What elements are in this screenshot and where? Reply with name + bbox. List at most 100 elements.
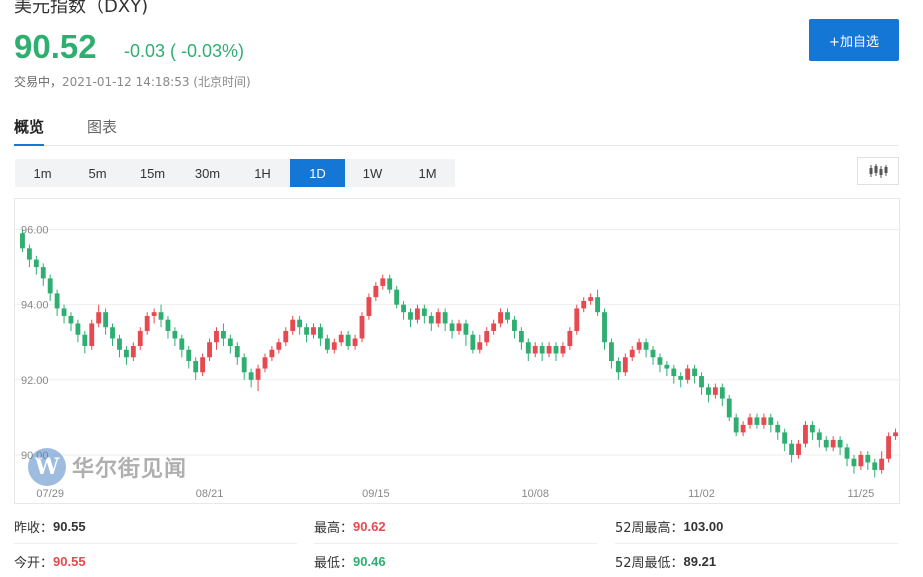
candle — [706, 383, 711, 403]
candle — [532, 342, 538, 358]
candle — [747, 413, 753, 429]
candle — [359, 312, 365, 343]
candle — [442, 308, 448, 331]
candle — [428, 312, 434, 331]
tab-bar: 概览 图表 — [14, 116, 898, 146]
candle — [317, 323, 323, 346]
candle — [290, 315, 296, 335]
candle — [117, 334, 122, 358]
stats-panel: 昨收： 90.55 最高： 90.62 52周最高： 103.00 今开： 90.55 … — [14, 510, 900, 577]
tab-overview[interactable]: 概览 — [14, 116, 45, 146]
candle — [352, 334, 358, 350]
candle — [234, 342, 240, 365]
candle — [858, 451, 864, 470]
period-30m[interactable]: 30m — [180, 159, 235, 187]
candle — [664, 361, 670, 377]
candle — [512, 315, 517, 339]
candle — [643, 338, 649, 358]
candle — [387, 274, 393, 294]
candle — [761, 413, 767, 429]
candle — [227, 334, 233, 354]
y-tick-label: 96.00 — [21, 225, 49, 237]
candle — [726, 394, 732, 422]
stat-low: 最低： 90.46 — [314, 545, 597, 577]
candle — [283, 327, 289, 346]
candle — [269, 346, 275, 362]
x-tick-label: 10/08 — [521, 488, 549, 500]
candle — [75, 319, 81, 343]
chart-type-button[interactable] — [857, 157, 899, 185]
period-5m[interactable]: 5m — [70, 159, 125, 187]
page-title: 美元指数（DXY) — [14, 0, 149, 17]
candle — [456, 319, 462, 335]
candle — [33, 255, 39, 275]
candle — [484, 327, 490, 346]
candle — [262, 353, 268, 373]
candle — [137, 327, 143, 350]
candle — [560, 342, 566, 358]
add-watchlist-button[interactable]: +加自选 — [809, 19, 899, 61]
candle — [809, 421, 815, 440]
candle — [754, 413, 760, 429]
period-1d[interactable]: 1D — [290, 159, 345, 187]
candle — [823, 436, 829, 452]
candle — [151, 308, 157, 324]
candle — [421, 304, 427, 324]
candle — [851, 454, 857, 474]
candle — [345, 330, 351, 350]
candle — [609, 338, 614, 369]
candle — [602, 308, 607, 350]
candle — [685, 364, 691, 384]
candle — [699, 372, 704, 395]
tab-chart[interactable]: 图表 — [87, 116, 117, 146]
x-tick-label: 07/29 — [36, 488, 64, 500]
candle — [144, 312, 150, 335]
update-timestamp: 2021-01-12 14:18:53 (北京时间) — [62, 75, 251, 89]
candle — [865, 451, 871, 470]
period-15m[interactable]: 15m — [125, 159, 180, 187]
candle — [477, 334, 483, 354]
period-1m[interactable]: 1m — [15, 159, 70, 187]
x-tick-label: 08/21 — [196, 488, 224, 500]
candle — [96, 304, 102, 328]
stat-prev-close: 昨收： 90.55 — [14, 510, 297, 544]
candle — [622, 353, 628, 377]
stat-52w-low: 52周最低： 89.21 — [615, 545, 898, 577]
candle — [40, 263, 46, 286]
candle — [193, 357, 199, 380]
candle — [816, 428, 822, 448]
candle — [525, 338, 531, 362]
candle — [408, 308, 413, 328]
candle — [629, 346, 635, 362]
candle — [595, 289, 601, 316]
status-label: 交易中， — [14, 75, 63, 89]
candle — [401, 300, 406, 320]
candle — [539, 342, 545, 362]
candle — [574, 304, 580, 335]
candle — [89, 319, 95, 350]
candle — [297, 315, 303, 335]
candle — [837, 436, 843, 455]
candle — [505, 308, 510, 324]
candle — [872, 458, 878, 478]
candle — [498, 308, 503, 328]
stat-open: 今开： 90.55 — [14, 545, 297, 577]
candlestick-icon — [869, 164, 888, 178]
period-1h[interactable]: 1H — [235, 159, 290, 187]
candle — [186, 346, 192, 369]
candle — [782, 428, 788, 452]
candle — [61, 304, 67, 324]
period-selector: 1m 5m 15m 30m 1H 1D 1W 1M — [15, 159, 455, 187]
candle — [331, 338, 337, 354]
candle — [207, 338, 212, 362]
candle — [380, 274, 386, 290]
candle — [366, 293, 372, 320]
trading-status: 交易中，2021-01-12 14:18:53 (北京时间) — [14, 73, 251, 90]
period-1w[interactable]: 1W — [345, 159, 400, 187]
candle — [130, 342, 136, 362]
candle — [733, 413, 739, 437]
period-1mo[interactable]: 1M — [400, 159, 455, 187]
candle — [304, 323, 309, 343]
candle — [82, 330, 88, 354]
candle — [553, 342, 559, 362]
